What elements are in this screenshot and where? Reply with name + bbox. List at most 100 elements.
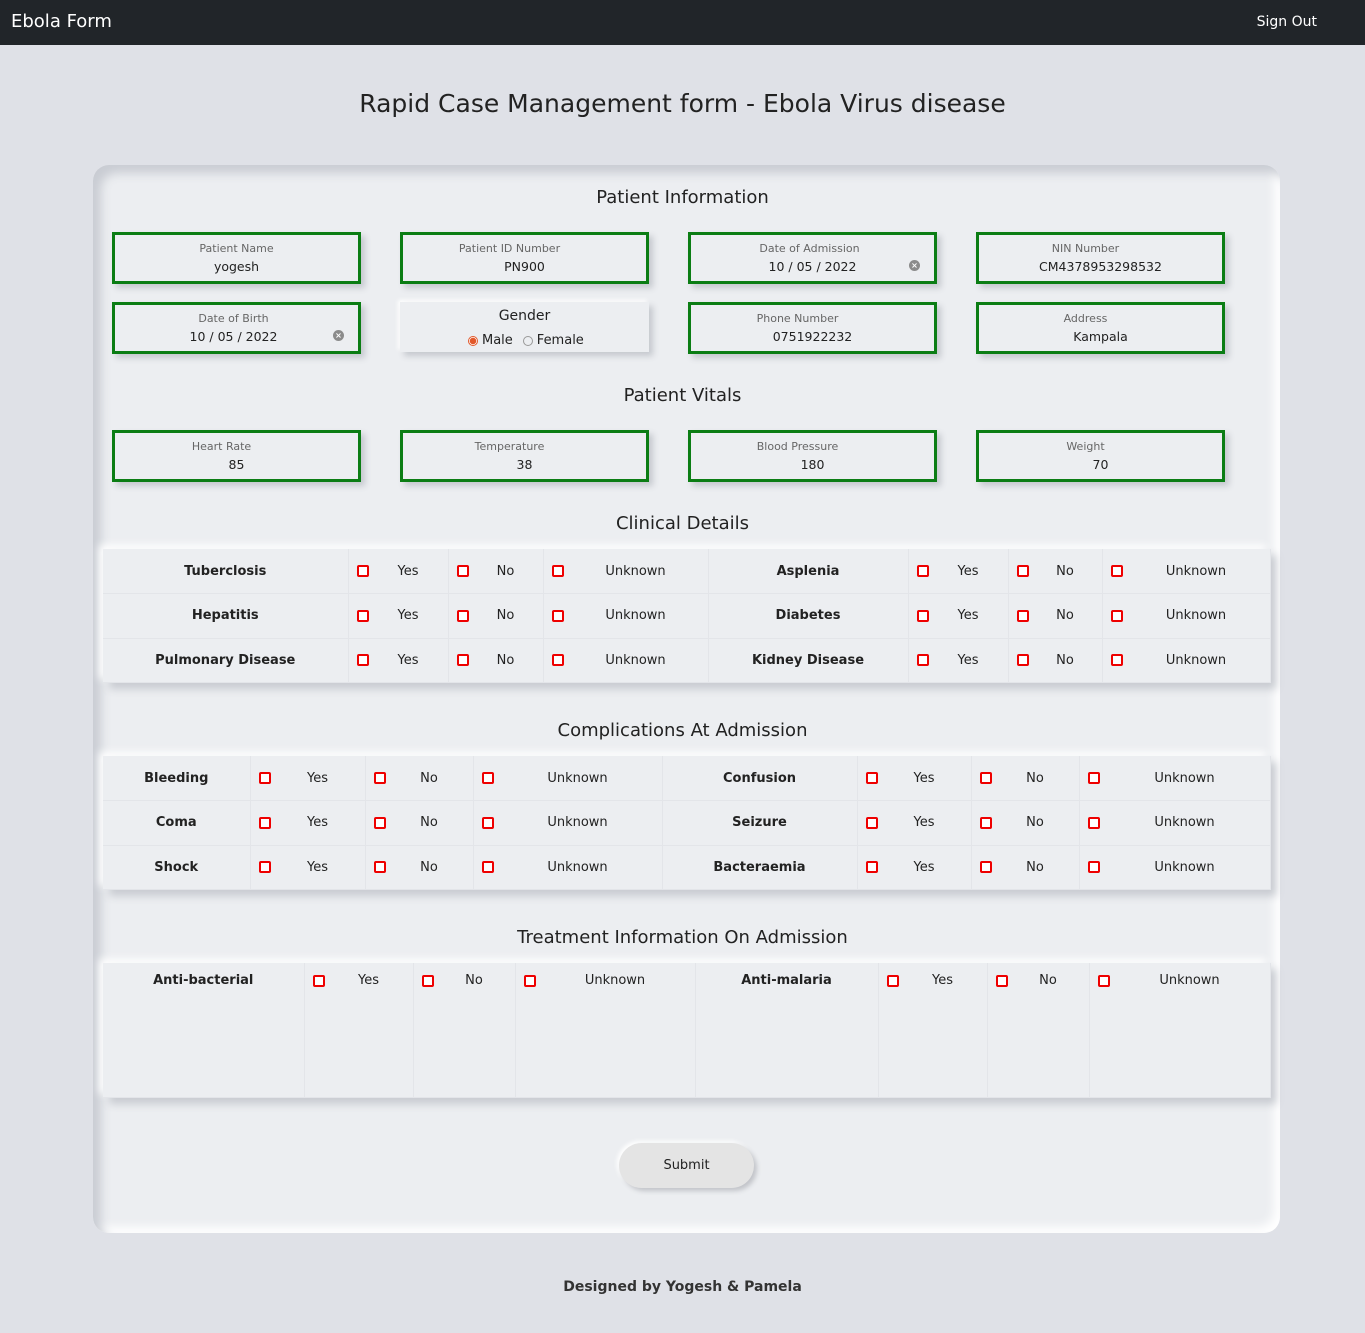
condition-label: Anti-bacterial (103, 963, 305, 1098)
no-checkbox[interactable] (421, 974, 434, 987)
date-of-admission-field[interactable]: Date of Admission 10 / 05 / 2022 × (688, 232, 937, 284)
unknown-option-cell: Unknown (1102, 638, 1271, 683)
submit-button[interactable]: Submit (619, 1143, 754, 1188)
unknown-option-cell: Unknown (1079, 845, 1271, 890)
weight-field[interactable]: Weight 70 (976, 430, 1225, 482)
temperature-value: 38 (516, 457, 533, 472)
yes-checkbox[interactable] (865, 861, 878, 874)
yes-option-cell: Yes (878, 963, 988, 1098)
unknown-checkbox[interactable] (1110, 565, 1123, 577)
phone-number-value: 0751922232 (772, 329, 853, 344)
nin-number-field[interactable]: NIN Number CM4378953298532 (976, 232, 1225, 284)
temperature-field[interactable]: Temperature 38 (400, 430, 649, 482)
unknown-checkbox[interactable] (481, 772, 494, 784)
yes-checkbox[interactable] (886, 974, 899, 987)
heart-rate-field[interactable]: Heart Rate 85 (112, 430, 361, 482)
yes-checkbox[interactable] (916, 565, 929, 577)
no-checkbox[interactable] (456, 565, 469, 577)
unknown-checkbox[interactable] (551, 565, 564, 577)
address-field[interactable]: Address Kampala (976, 302, 1225, 354)
unknown-option-cell: Unknown (543, 638, 709, 683)
no-option-cell: No (971, 800, 1080, 846)
yes-checkbox[interactable] (916, 609, 929, 622)
unknown-checkbox[interactable] (1087, 861, 1100, 874)
yes-checkbox[interactable] (312, 974, 325, 987)
no-label: No (1056, 652, 1074, 668)
patient-information-heading: Patient Information (596, 187, 769, 208)
yes-checkbox[interactable] (865, 816, 878, 829)
no-option-cell: No (413, 963, 516, 1098)
unknown-option-cell: Unknown (1089, 963, 1271, 1098)
yes-checkbox[interactable] (356, 565, 369, 577)
yes-label: Yes (957, 608, 979, 624)
date-of-birth-field[interactable]: Date of Birth 10 / 05 / 2022 × (112, 302, 361, 354)
unknown-label: Unknown (1165, 608, 1227, 624)
yes-checkbox[interactable] (258, 816, 271, 829)
navbar: Ebola Form Sign Out (0, 0, 1365, 45)
clear-icon[interactable]: × (333, 330, 344, 341)
no-option-cell: No (971, 756, 1080, 801)
heart-rate-label: Heart Rate (191, 440, 252, 453)
yes-checkbox[interactable] (356, 654, 369, 667)
yes-checkbox[interactable] (865, 772, 878, 784)
no-label: No (420, 815, 438, 831)
unknown-checkbox[interactable] (1097, 974, 1110, 987)
blood-pressure-value: 180 (800, 457, 825, 472)
unknown-checkbox[interactable] (551, 609, 564, 622)
no-checkbox[interactable] (979, 861, 992, 874)
unknown-label: Unknown (605, 563, 666, 579)
yes-option-cell: Yes (250, 756, 366, 801)
patient-name-label: Patient Name (199, 242, 274, 255)
no-option-cell: No (971, 845, 1080, 890)
yes-checkbox[interactable] (258, 772, 271, 784)
date-of-admission-label: Date of Admission (759, 242, 860, 255)
condition-label: Tuberclosis (103, 549, 349, 594)
brand-link[interactable]: Ebola Form (11, 11, 112, 32)
patient-name-field[interactable]: Patient Name yogesh (112, 232, 361, 284)
unknown-checkbox[interactable] (481, 816, 494, 829)
no-checkbox[interactable] (1016, 609, 1029, 622)
unknown-option-cell: Unknown (543, 549, 709, 594)
unknown-label: Unknown (1165, 652, 1227, 668)
clear-icon[interactable]: × (909, 260, 920, 271)
no-checkbox[interactable] (456, 654, 469, 667)
weight-label: Weight (1066, 440, 1105, 453)
yes-checkbox[interactable] (916, 654, 929, 667)
yes-checkbox[interactable] (258, 861, 271, 874)
no-checkbox[interactable] (373, 816, 386, 829)
unknown-checkbox[interactable] (523, 974, 536, 987)
unknown-checkbox[interactable] (481, 861, 494, 874)
female-label: Female (536, 333, 584, 348)
patient-id-field[interactable]: Patient ID Number PN900 (400, 232, 649, 284)
yes-checkbox[interactable] (356, 609, 369, 622)
no-checkbox[interactable] (979, 772, 992, 784)
no-label: No (1026, 815, 1044, 831)
unknown-checkbox[interactable] (1110, 654, 1123, 667)
no-checkbox[interactable] (995, 974, 1008, 987)
no-checkbox[interactable] (1016, 654, 1029, 667)
male-radio[interactable] (468, 335, 478, 346)
no-option-cell: No (365, 845, 474, 890)
unknown-option-cell: Unknown (515, 963, 696, 1098)
phone-number-field[interactable]: Phone Number 0751922232 (688, 302, 937, 354)
unknown-checkbox[interactable] (1087, 772, 1100, 784)
blood-pressure-field[interactable]: Blood Pressure 180 (688, 430, 937, 482)
female-radio[interactable] (522, 335, 533, 346)
no-option-cell: No (448, 638, 544, 683)
no-option-cell: No (987, 963, 1090, 1098)
no-checkbox[interactable] (456, 609, 469, 622)
unknown-checkbox[interactable] (1087, 816, 1100, 829)
unknown-checkbox[interactable] (1110, 609, 1123, 622)
yes-label: Yes (307, 815, 328, 831)
no-label: No (1056, 563, 1074, 579)
no-checkbox[interactable] (1016, 565, 1029, 577)
no-checkbox[interactable] (373, 772, 386, 784)
unknown-label: Unknown (547, 770, 608, 786)
no-checkbox[interactable] (979, 816, 992, 829)
table-row: Pulmonary Disease Yes No Unknown Kidney Dise… (103, 638, 1271, 683)
no-checkbox[interactable] (373, 861, 386, 874)
unknown-checkbox[interactable] (551, 654, 564, 667)
male-label: Male (482, 333, 513, 348)
sign-out-link[interactable]: Sign Out (1257, 14, 1317, 30)
condition-label: Hepatitis (103, 593, 349, 639)
